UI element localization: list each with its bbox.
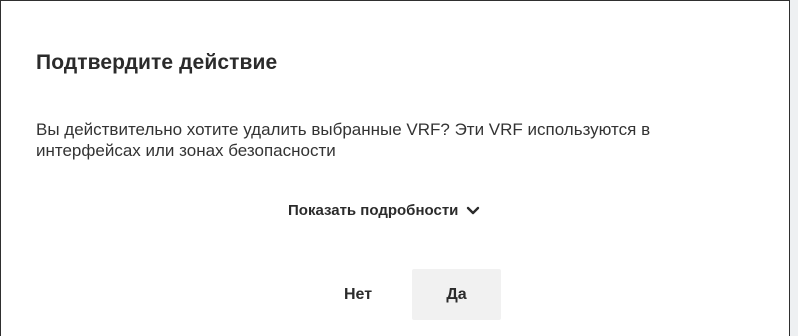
chevron-down-icon [464,201,482,219]
confirm-dialog: Подтвердите действие Вы действительно хо… [0,0,790,336]
no-button[interactable]: Нет [323,269,393,320]
show-details-toggle[interactable]: Показать подробности [288,199,482,221]
dialog-message: Вы действительно хотите удалить выбранны… [36,120,651,160]
yes-button[interactable]: Да [412,269,501,320]
show-details-label: Показать подробности [288,201,459,219]
dialog-title: Подтвердите действие [36,51,278,74]
